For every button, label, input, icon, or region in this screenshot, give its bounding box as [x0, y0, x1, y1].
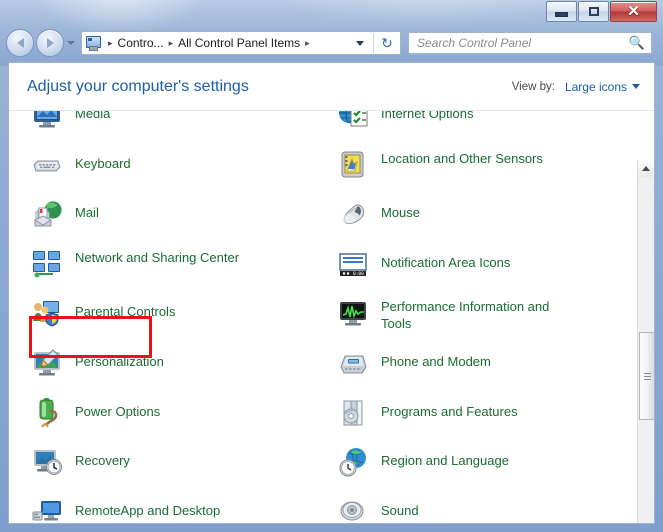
caption-button-group: ✕ [545, 1, 657, 22]
control-panel-item[interactable]: Sound [323, 491, 637, 523]
breadcrumb-item-control-panel[interactable]: Contro... [117, 36, 165, 50]
programs-features-icon [337, 397, 369, 429]
scroll-up-icon [642, 166, 650, 171]
location-sensors-icon [337, 149, 369, 181]
control-panel-item-label: Notification Area Icons [381, 254, 511, 270]
control-panel-item-label: Power Options [75, 403, 161, 419]
breadcrumb-separator: ▸ [108, 37, 113, 48]
control-panel-item-label: Network and Sharing Center [75, 249, 240, 265]
control-panel-item[interactable]: Mouse [323, 193, 637, 243]
control-panel-item-label: Region and Language [381, 453, 509, 469]
minimize-button[interactable] [546, 1, 577, 22]
chevron-down-icon[interactable] [632, 84, 640, 89]
control-panel-item-label: Location and Other Sensors [381, 150, 543, 166]
minimize-icon [555, 12, 568, 17]
breadcrumb-item-all-items[interactable]: All Control Panel Items [177, 36, 301, 50]
control-panel-item[interactable]: Recovery [9, 441, 323, 491]
forward-button[interactable] [36, 29, 64, 57]
maximize-button[interactable] [578, 1, 609, 22]
control-panel-item[interactable]: Location and Other Sensors [323, 144, 637, 194]
control-panel-item[interactable]: 0:00 Notification Area Icons [323, 243, 637, 293]
control-panel-window: ✕ ▸ Contro... ▸ All Control Panel Items … [0, 0, 663, 532]
control-panel-item[interactable]: RemoteApp and Desktop [9, 491, 323, 523]
control-panel-item[interactable]: Programs and Features [323, 392, 637, 442]
nav-button-group [6, 29, 75, 57]
history-dropdown-icon[interactable] [67, 41, 75, 45]
control-panel-item[interactable]: Personalization [9, 342, 323, 392]
control-panel-item-label: Sound [381, 502, 419, 518]
internet-options-icon [337, 111, 369, 131]
performance-icon [337, 297, 369, 329]
control-panel-icon [85, 36, 101, 51]
power-options-icon [31, 397, 63, 429]
sound-icon [337, 496, 369, 523]
content-pane: Adjust your computer's settings View by:… [8, 62, 655, 524]
breadcrumb-separator: ▸ [305, 37, 310, 48]
page-title: Adjust your computer's settings [27, 77, 249, 95]
region-language-icon [337, 446, 369, 478]
scroll-thumb[interactable] [639, 332, 654, 420]
scroll-up-button[interactable] [638, 160, 654, 177]
control-panel-item[interactable]: Parental Controls [9, 292, 323, 342]
control-panel-item-label: Keyboard [75, 155, 131, 171]
control-panel-item-label: Parental Controls [75, 304, 176, 320]
svg-text:0:00: 0:00 [353, 271, 364, 277]
forward-arrow-icon [46, 38, 54, 48]
control-panel-item-label: Internet Options [381, 111, 474, 121]
control-panel-item-label: RemoteApp and Desktop [75, 502, 221, 518]
control-panel-item-label: Programs and Features [381, 403, 518, 419]
search-input[interactable]: Search Control Panel [417, 36, 531, 50]
control-panel-item[interactable]: Power Options [9, 392, 323, 442]
recovery-icon [31, 446, 63, 478]
refresh-button[interactable]: ↻ [373, 33, 400, 53]
control-panel-item[interactable]: Performance Information and Tools [323, 292, 637, 342]
control-panel-item-label: Media [75, 111, 111, 121]
address-bar[interactable]: ▸ Contro... ▸ All Control Panel Items ▸ … [81, 31, 401, 55]
control-panel-item-label: Mouse [381, 205, 421, 221]
close-icon: ✕ [627, 3, 640, 20]
vertical-scrollbar[interactable] [637, 160, 654, 523]
notification-area-icon: 0:00 [337, 248, 369, 280]
control-panel-item[interactable]: Internet Options [323, 111, 637, 144]
maximize-icon [588, 7, 599, 16]
parental-controls-icon [31, 297, 63, 329]
chevron-down-icon[interactable] [356, 40, 364, 46]
mouse-icon [337, 198, 369, 230]
personalization-icon [31, 347, 63, 379]
control-panel-item[interactable]: Mail [9, 193, 323, 243]
control-panel-item[interactable]: Media [9, 111, 323, 144]
control-panel-item[interactable]: Network and Sharing Center [9, 243, 323, 293]
control-panel-item-label: Phone and Modem [381, 353, 491, 369]
media-monitor-icon [31, 111, 63, 131]
control-panel-item-label: Mail [75, 205, 99, 221]
close-button[interactable]: ✕ [610, 1, 657, 22]
control-panel-item-label: Performance Information and Tools [381, 299, 550, 332]
control-panel-item-label: Personalization [75, 353, 164, 369]
view-by-label: View by: [511, 80, 555, 93]
network-sharing-icon [31, 248, 63, 280]
control-panel-item[interactable]: Region and Language [323, 441, 637, 491]
phone-modem-icon [337, 347, 369, 379]
remoteapp-icon [31, 496, 63, 523]
back-button[interactable] [6, 29, 34, 57]
magnifier-icon: 🔍 [628, 35, 645, 50]
items-grid: Media Internet Options Keyboard Location an… [9, 111, 637, 523]
items-grid-viewport: Media Internet Options Keyboard Location an… [9, 111, 654, 523]
control-panel-item[interactable]: Phone and Modem [323, 342, 637, 392]
page-header: Adjust your computer's settings View by:… [9, 63, 654, 111]
keyboard-icon [31, 149, 63, 181]
control-panel-item-label: Recovery [75, 453, 130, 469]
scroll-grip-icon [643, 371, 651, 382]
view-by-value[interactable]: Large icons [565, 80, 627, 94]
mail-icon [31, 198, 63, 230]
control-panel-item[interactable]: Keyboard [9, 144, 323, 194]
search-box[interactable]: Search Control Panel 🔍 [408, 32, 652, 54]
refresh-icon: ↻ [381, 34, 393, 51]
back-arrow-icon [16, 38, 24, 48]
breadcrumb-separator: ▸ [168, 37, 174, 48]
navigation-toolbar: ▸ Contro... ▸ All Control Panel Items ▸ … [0, 26, 663, 60]
